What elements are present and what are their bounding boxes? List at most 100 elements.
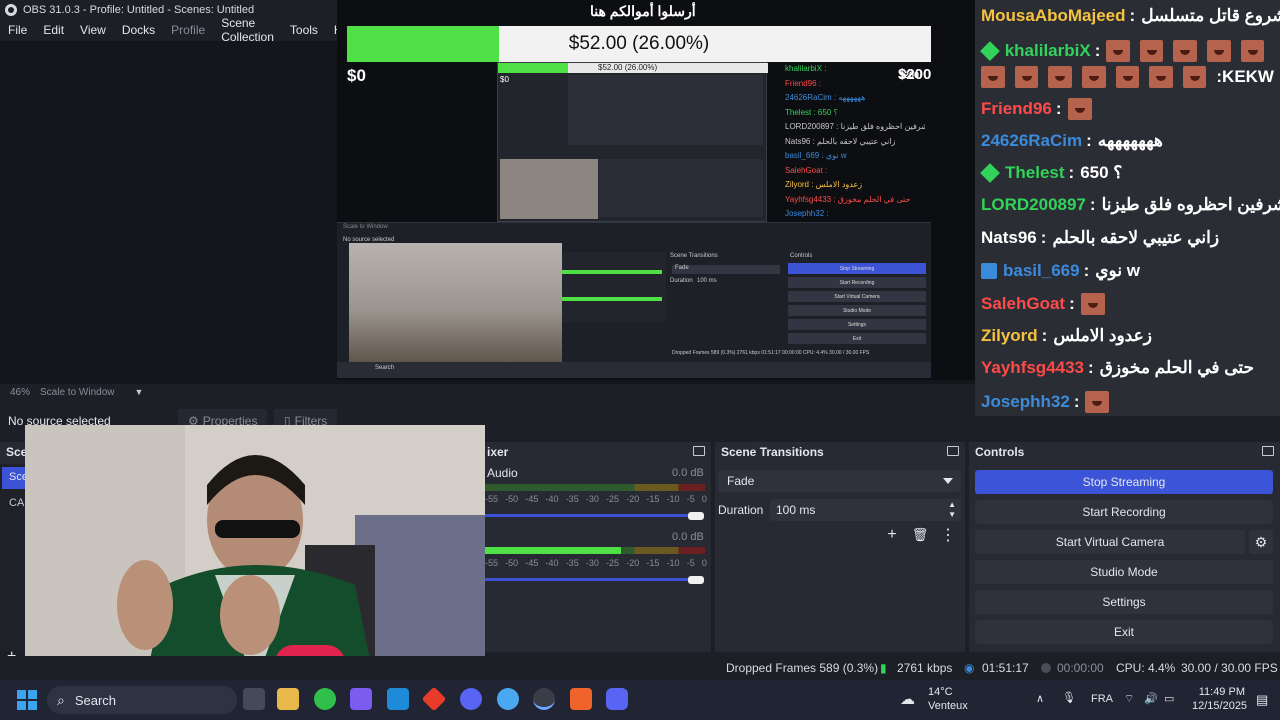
trash-icon[interactable]: 🗑 bbox=[911, 526, 929, 544]
prime-badge-icon bbox=[981, 263, 997, 279]
volume-icon[interactable]: 🔊 bbox=[1144, 692, 1158, 705]
kekw-emote-icon bbox=[1182, 66, 1207, 88]
weather-desc[interactable]: Venteux bbox=[928, 700, 968, 712]
volume-slider-handle[interactable] bbox=[688, 512, 704, 520]
xbox-icon[interactable] bbox=[314, 688, 336, 710]
mixer-track-label: Audio bbox=[487, 466, 518, 480]
chat-text: 650 ؟ bbox=[1080, 163, 1123, 182]
scale-tick: 0 bbox=[701, 558, 707, 568]
nested-btn: Stop Streaming bbox=[788, 263, 926, 274]
discord-icon[interactable] bbox=[606, 688, 628, 710]
studio-mode-button[interactable]: Studio Mode bbox=[975, 560, 1273, 584]
chat-message: SalehGoat: bbox=[981, 293, 1274, 315]
scale-tick: -35 bbox=[565, 558, 579, 568]
language-indicator[interactable]: FRA bbox=[1091, 693, 1113, 705]
chevron-up-icon[interactable]: ∧ bbox=[1036, 692, 1044, 705]
chevron-down-icon[interactable]: ▼ bbox=[135, 387, 144, 397]
bitrate: 2761 kbps bbox=[897, 661, 953, 675]
scale-tick: -30 bbox=[585, 558, 599, 568]
spin-up-icon[interactable]: ▲ bbox=[948, 500, 956, 509]
scenes-dock: Sce Sce CAI + bbox=[0, 442, 28, 665]
transition-select[interactable]: Fade bbox=[718, 470, 961, 492]
kekw-emote-icon bbox=[1081, 66, 1106, 88]
volume-slider[interactable] bbox=[485, 578, 698, 581]
exit-button[interactable]: Exit bbox=[975, 620, 1273, 644]
nested-scale: Scale to Window bbox=[343, 224, 388, 230]
scale-tick: -50 bbox=[505, 558, 519, 568]
obs-logo-icon bbox=[5, 3, 17, 16]
microphone-icon[interactable]: 🎙 bbox=[1062, 691, 1076, 704]
volume-slider[interactable] bbox=[485, 514, 698, 517]
task-view-icon[interactable] bbox=[243, 688, 265, 710]
more-options-icon[interactable]: ⋮ bbox=[939, 526, 957, 544]
menu-profile[interactable]: Profile bbox=[163, 23, 213, 37]
scale-tick: -40 bbox=[545, 494, 559, 504]
nested-chat-line: Nats96 : زاني عتيبي لاحقه بالحلم bbox=[785, 136, 896, 146]
kekw-emote-icon bbox=[1115, 66, 1140, 88]
chat-username: Nats96 bbox=[981, 228, 1037, 247]
transitions-title: Scene Transitions bbox=[721, 445, 824, 459]
nested-docks bbox=[598, 159, 763, 217]
scale-tick: -20 bbox=[626, 558, 640, 568]
kekw-emote-icon bbox=[981, 66, 1005, 88]
undock-icon[interactable] bbox=[1262, 446, 1274, 456]
brave-icon[interactable] bbox=[570, 688, 592, 710]
windows-start-icon[interactable] bbox=[17, 690, 37, 710]
transition-value: Fade bbox=[727, 474, 755, 488]
start-virtual-camera-button[interactable]: Start Virtual Camera bbox=[975, 530, 1245, 554]
copilot-icon[interactable] bbox=[350, 688, 372, 710]
store-icon[interactable] bbox=[387, 688, 409, 710]
scale-tick: -20 bbox=[626, 494, 640, 504]
menu-scene-collection[interactable]: Scene Collection bbox=[213, 16, 282, 44]
start-recording-button[interactable]: Start Recording bbox=[975, 500, 1273, 524]
nested-taskbar bbox=[337, 362, 931, 378]
menu-view[interactable]: View bbox=[72, 23, 114, 37]
settings-button[interactable]: Settings bbox=[975, 590, 1273, 614]
menu-tools[interactable]: Tools bbox=[282, 23, 326, 37]
virtual-camera-settings-gear-icon[interactable]: ⚙ bbox=[1249, 530, 1273, 554]
nested-meter-1 bbox=[562, 270, 662, 274]
clock-time[interactable]: 11:49 PM bbox=[1193, 686, 1245, 698]
weather-icon[interactable]: ☁ bbox=[900, 690, 915, 708]
chat-app-icon[interactable] bbox=[460, 688, 482, 710]
nested-mixer bbox=[562, 252, 666, 322]
duration-spinbox[interactable]: 100 ms ▲ ▼ bbox=[770, 499, 961, 521]
donation-goal-text: $52.00 (26.00%) bbox=[568, 33, 710, 54]
nested-chat-line: LORD200897 : يامشرفين احظروه فلق طيزنا bbox=[785, 122, 925, 131]
clock-date[interactable]: 12/15/2025 bbox=[1192, 700, 1247, 712]
nested-transitions-title: Scene Transitions bbox=[670, 253, 718, 259]
taskbar-search[interactable]: ⌕ Search bbox=[47, 686, 237, 714]
meter-peak bbox=[543, 547, 545, 554]
undock-icon[interactable] bbox=[693, 446, 705, 456]
broadcast-icon: ◉ bbox=[964, 661, 975, 675]
nested-chat-line: Zilyord : زعدود الاملس bbox=[785, 180, 863, 189]
scale-tick: -50 bbox=[505, 494, 519, 504]
menu-file[interactable]: File bbox=[0, 23, 35, 37]
taskbar-search-label: Search bbox=[74, 692, 117, 708]
nested-btn: Start Virtual Camera bbox=[788, 291, 926, 302]
nested-chat-line: basil_669 : نوي w bbox=[785, 151, 847, 160]
kekw-emote-icon bbox=[1206, 40, 1231, 62]
menu-docks[interactable]: Docks bbox=[114, 23, 163, 37]
scale-mode[interactable]: Scale to Window bbox=[40, 387, 114, 398]
menu-edit[interactable]: Edit bbox=[35, 23, 72, 37]
scale-tick: -25 bbox=[606, 558, 620, 568]
notification-icon[interactable]: ▤ bbox=[1256, 692, 1268, 708]
chat-text: حتى في الحلم مخوزق bbox=[1099, 358, 1255, 377]
battery-icon[interactable]: ▭ bbox=[1164, 692, 1174, 705]
browser-icon[interactable] bbox=[497, 688, 519, 710]
weather-temp[interactable]: 14°C bbox=[928, 686, 953, 698]
spin-down-icon[interactable]: ▼ bbox=[948, 510, 956, 519]
window-title: OBS 31.0.3 - Profile: Untitled - Scenes:… bbox=[23, 3, 255, 16]
obs-taskbar-icon[interactable] bbox=[533, 688, 555, 710]
scale-tick: -10 bbox=[666, 494, 680, 504]
chat-username: basil_669 bbox=[1003, 261, 1080, 280]
volume-slider-handle[interactable] bbox=[688, 576, 704, 584]
chat-username: LORD200897 bbox=[981, 195, 1086, 214]
add-transition-icon[interactable]: + bbox=[883, 526, 901, 544]
undock-icon[interactable] bbox=[947, 446, 959, 456]
file-explorer-icon[interactable] bbox=[277, 688, 299, 710]
scale-tick: -55 bbox=[485, 558, 499, 568]
stop-streaming-button[interactable]: Stop Streaming bbox=[975, 470, 1273, 494]
wifi-icon[interactable]: ⌔ bbox=[1124, 692, 1134, 706]
